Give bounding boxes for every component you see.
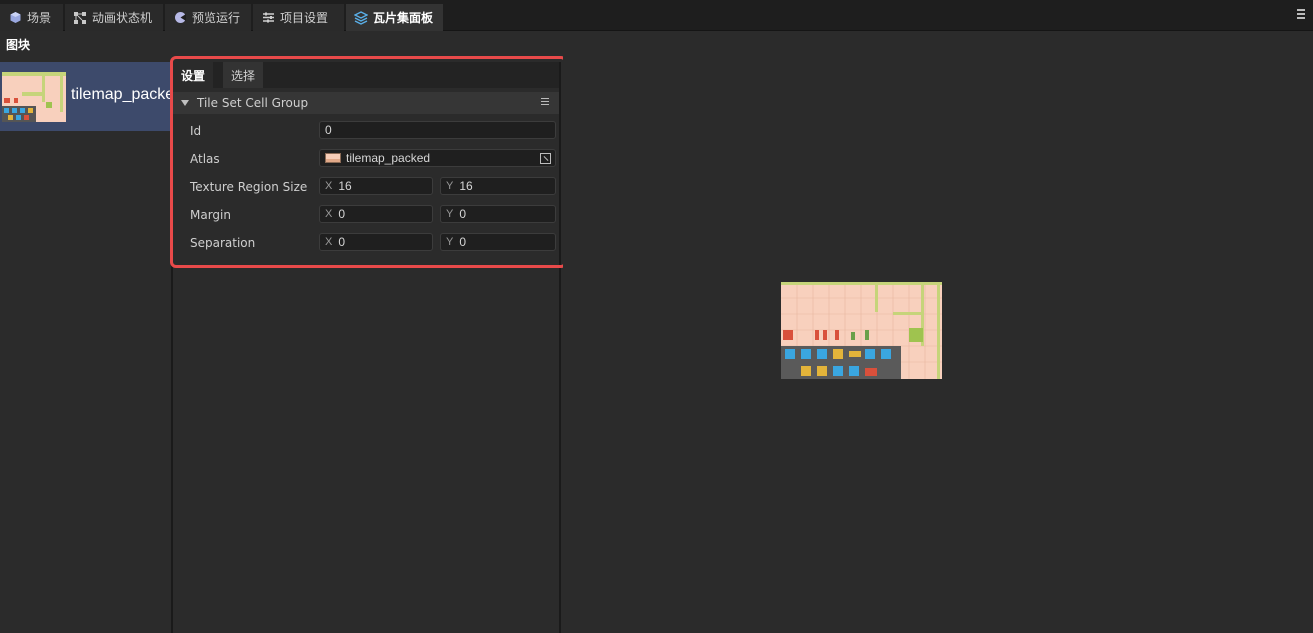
tab-menu-icon[interactable] xyxy=(1297,9,1305,19)
separation-y-field[interactable]: Y 0 xyxy=(440,233,556,251)
tileset-preview-image xyxy=(781,282,942,379)
atlas-field[interactable]: tilemap_packed xyxy=(319,149,556,167)
tab-scene[interactable]: 场景 xyxy=(0,4,63,31)
inspector-tabs: 设置 选择 xyxy=(173,62,559,88)
tab-project-settings[interactable]: 项目设置 xyxy=(253,4,344,31)
property-label-separation: Separation xyxy=(190,236,256,250)
tab-label: 项目设置 xyxy=(280,11,329,25)
preview-icon xyxy=(173,11,187,25)
texture-region-size-x-value: 16 xyxy=(338,179,352,193)
tab-label: 场景 xyxy=(27,11,52,25)
cells-panel-title: 图块 xyxy=(6,38,31,52)
tileset-layers-icon xyxy=(354,10,368,25)
x-axis-label: X xyxy=(325,236,333,248)
tab-settings[interactable]: 设置 xyxy=(173,62,214,88)
inspector-panel: 设置 选择 Tile Set Cell Group Id 0 Atlas til… xyxy=(171,62,561,633)
tab-tileset-panel[interactable]: 瓦片集面板 xyxy=(346,4,443,31)
x-axis-label: X xyxy=(325,180,333,192)
separation-y-value: 0 xyxy=(459,235,467,249)
id-value: 0 xyxy=(325,123,332,137)
margin-y-field[interactable]: Y 0 xyxy=(440,205,556,223)
tab-label: 动画状态机 xyxy=(92,11,153,25)
group-menu-icon[interactable] xyxy=(541,98,549,107)
group-header-tile-set-cell-group[interactable]: Tile Set Cell Group xyxy=(173,92,559,114)
tilemap-thumbnail-icon xyxy=(2,72,66,122)
asset-picker-icon[interactable] xyxy=(540,153,551,164)
atlas-value: tilemap_packed xyxy=(346,151,431,165)
tab-preview[interactable]: 预览运行 xyxy=(165,4,251,31)
y-axis-label: Y xyxy=(446,208,454,220)
tileset-canvas[interactable] xyxy=(563,31,1313,633)
tab-select[interactable]: 选择 xyxy=(223,62,264,88)
texture-region-size-x-field[interactable]: X 16 xyxy=(319,177,433,195)
group-title: Tile Set Cell Group xyxy=(197,96,309,110)
property-label-id: Id xyxy=(190,124,202,138)
margin-y-value: 0 xyxy=(459,207,467,221)
separation-x-value: 0 xyxy=(338,235,346,249)
cell-list-item[interactable]: tilemap_packed xyxy=(0,62,171,131)
x-axis-label: X xyxy=(325,208,333,220)
cells-panel: tilemap_packed xyxy=(0,55,171,633)
scene-icon xyxy=(8,11,22,25)
y-axis-label: Y xyxy=(446,236,454,248)
state-machine-icon xyxy=(73,11,87,25)
cell-label: tilemap_packed xyxy=(71,86,171,103)
property-label-margin: Margin xyxy=(190,208,231,222)
separation-x-field[interactable]: X 0 xyxy=(319,233,433,251)
editor-tab-bar: 场景 动画状态机 预览运行 项目设置 瓦片集面板 xyxy=(0,0,1313,31)
margin-x-value: 0 xyxy=(338,207,346,221)
y-axis-label: Y xyxy=(446,180,454,192)
settings-sliders-icon xyxy=(261,11,275,25)
collapse-triangle-icon[interactable] xyxy=(181,100,189,106)
margin-x-field[interactable]: X 0 xyxy=(319,205,433,223)
tab-state-machine[interactable]: 动画状态机 xyxy=(65,4,163,31)
property-label-texture-region-size: Texture Region Size xyxy=(190,180,308,194)
tab-label: 预览运行 xyxy=(192,11,241,25)
atlas-thumbnail-icon xyxy=(325,153,341,163)
tab-label: 瓦片集面板 xyxy=(373,11,434,25)
property-label-atlas: Atlas xyxy=(190,152,220,166)
texture-region-size-y-value: 16 xyxy=(459,179,473,193)
texture-region-size-y-field[interactable]: Y 16 xyxy=(440,177,556,195)
id-field[interactable]: 0 xyxy=(319,121,556,139)
